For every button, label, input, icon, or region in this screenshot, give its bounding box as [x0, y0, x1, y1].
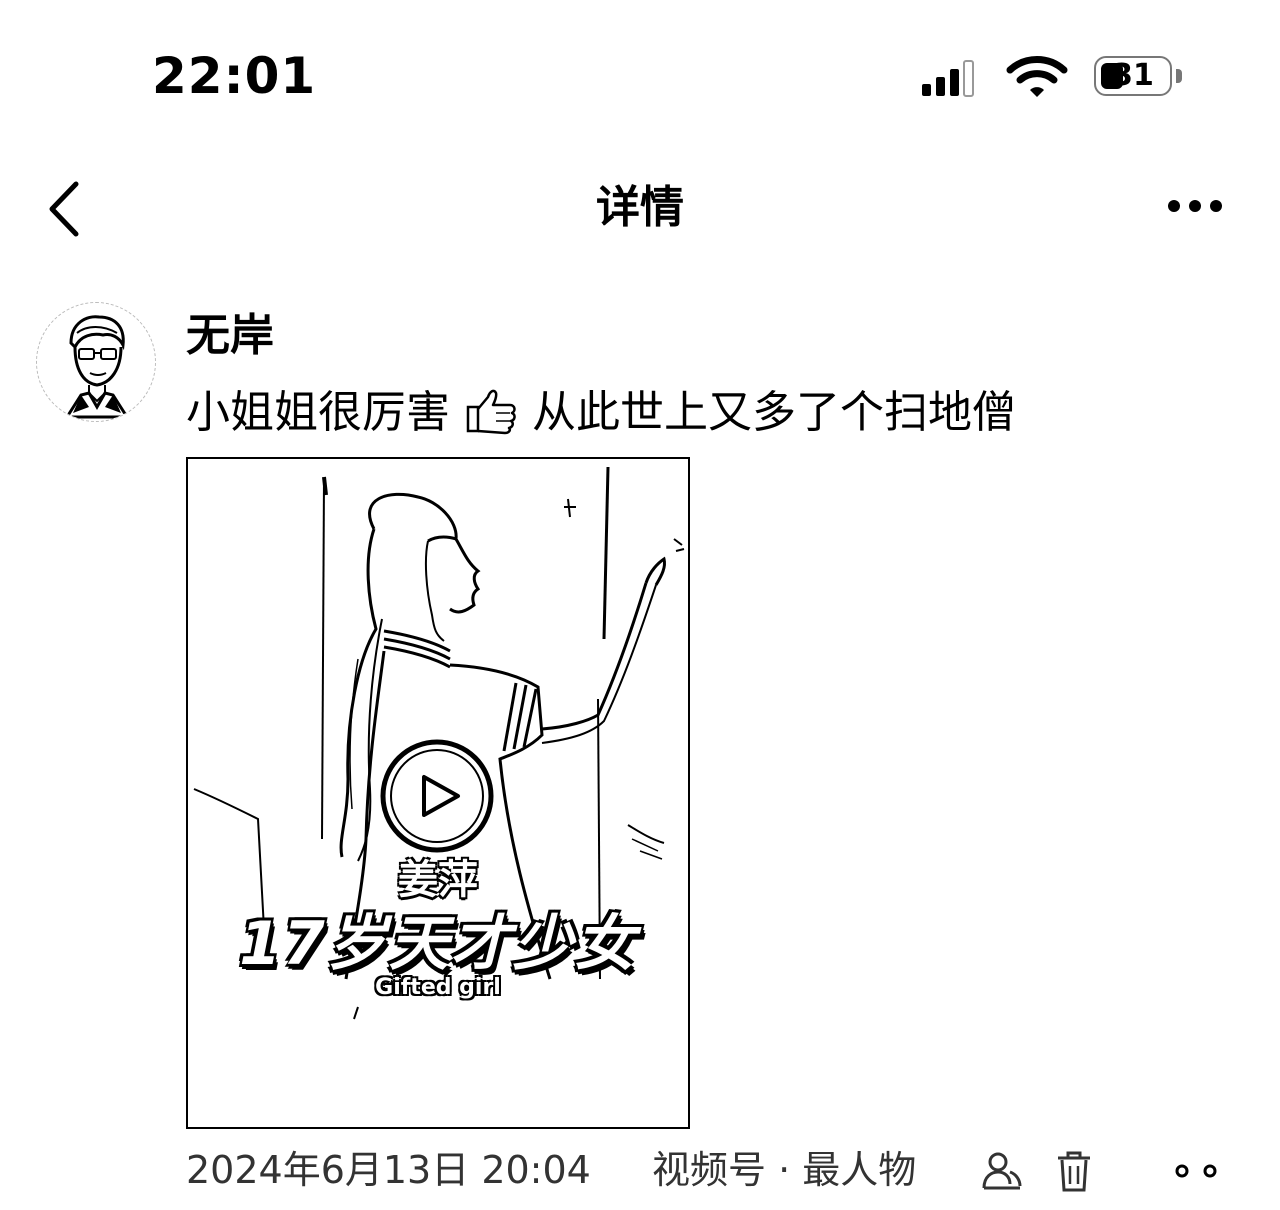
- wifi-icon: [1006, 56, 1068, 97]
- nav-bar: 详情: [0, 150, 1280, 270]
- more-dots-icon[interactable]: [1166, 1156, 1226, 1186]
- video-caption-sub: Gifted girl: [375, 975, 501, 1000]
- video-caption-title: 17岁天才少女: [239, 909, 637, 979]
- page-title: 详情: [596, 182, 684, 233]
- avatar[interactable]: [36, 302, 156, 422]
- post-datetime: 2024年6月13日 20:04: [186, 1148, 591, 1192]
- battery-tip: [1176, 69, 1182, 83]
- post-text-part-1: 小姐姐很厉害: [186, 387, 450, 438]
- video-caption-name: 姜萍: [398, 857, 478, 903]
- video-card[interactable]: 姜萍 17岁天才少女 Gifted girl: [186, 457, 690, 1129]
- delete-icon[interactable]: [1054, 1150, 1094, 1192]
- avatar-portrait-icon: [64, 315, 130, 419]
- post-meta: 2024年6月13日 20:04 视频号 · 最人物: [186, 1142, 1246, 1198]
- battery-level: 31: [1112, 58, 1154, 93]
- signal-icon: [922, 60, 974, 97]
- status-time: 22:01: [152, 47, 317, 105]
- thumbs-up-icon: [466, 389, 516, 435]
- video-channel-link[interactable]: 视频号 · 最人物: [652, 1142, 916, 1198]
- play-icon[interactable]: [378, 737, 496, 855]
- post-text-part-2: 从此世上又多了个扫地僧: [532, 387, 1016, 438]
- battery-icon: 31: [1094, 56, 1186, 100]
- author-name[interactable]: 无岸: [186, 306, 274, 366]
- visibility-icon[interactable]: [980, 1150, 1024, 1192]
- more-icon[interactable]: [1160, 186, 1230, 226]
- post-text: 小姐姐很厉害 从此世上又多了个扫地僧: [186, 382, 1246, 444]
- status-bar: 22:01 31: [0, 0, 1280, 150]
